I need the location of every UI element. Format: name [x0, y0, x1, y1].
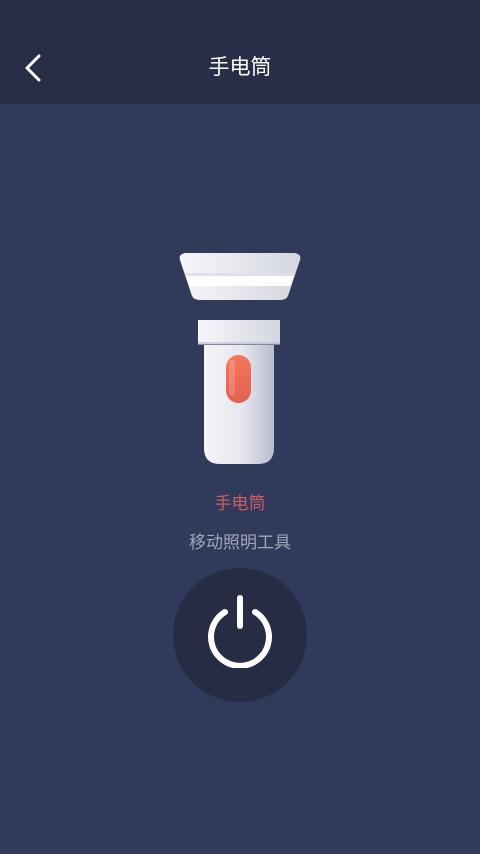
- power-icon: [208, 595, 272, 668]
- flashlight-description: 移动照明工具: [189, 533, 291, 553]
- flashlight-name: 手电筒: [214, 494, 266, 514]
- power-button[interactable]: [173, 568, 307, 702]
- flashlight-illustration: [176, 252, 304, 466]
- flashlight-icon: [179, 253, 301, 464]
- page-title: 手电筒: [208, 55, 272, 79]
- top-bar: 手电筒: [0, 0, 480, 104]
